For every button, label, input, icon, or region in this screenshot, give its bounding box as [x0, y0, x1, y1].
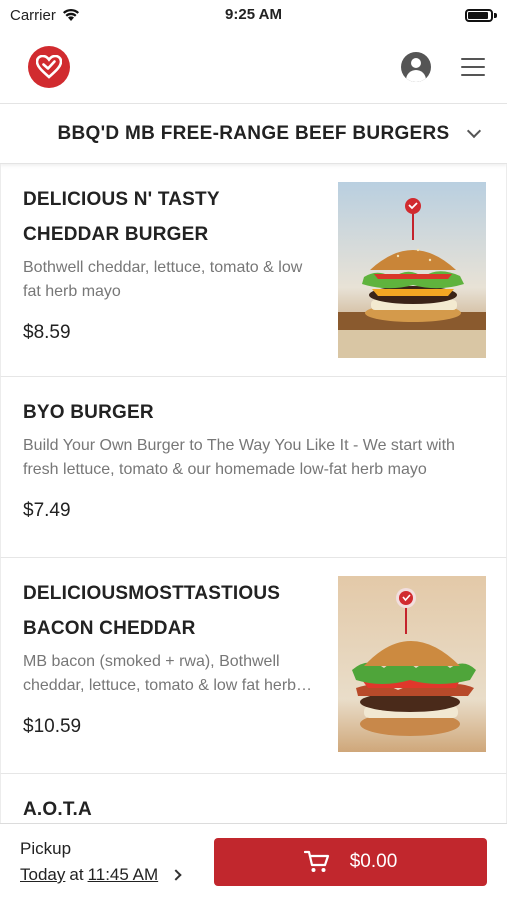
chevron-down-icon	[466, 123, 482, 139]
menu-item-name: A.O.T.A	[23, 799, 92, 820]
menu-item[interactable]: DELICIOUSMOSTTASTIOUS BACON CHEDDAR MB b…	[0, 558, 507, 774]
menu-item-list[interactable]: DELICIOUS N' TASTY CHEDDAR BURGER Bothwe…	[0, 164, 507, 823]
pickup-at: at	[69, 865, 84, 884]
burger-image	[338, 182, 486, 358]
menu-item[interactable]: DELICIOUS N' TASTY CHEDDAR BURGER Bothwe…	[0, 164, 507, 377]
menu-item-name: DELICIOUS N' TASTY CHEDDAR BURGER	[23, 189, 220, 245]
app-header	[0, 30, 507, 104]
hamburger-menu-icon[interactable]	[461, 57, 485, 76]
order-bottom-bar: Pickup Today at 11:45 AM $0.00	[0, 823, 507, 900]
pickup-label: Pickup	[20, 839, 72, 858]
menu-item-text: A.O.T.A	[23, 792, 486, 823]
account-icon[interactable]	[401, 51, 431, 82]
menu-item-price: $10.59	[23, 716, 82, 737]
menu-item[interactable]: A.O.T.A	[0, 774, 507, 823]
status-time: 9:25 AM	[225, 6, 282, 23]
chevron-right-icon	[170, 869, 182, 881]
menu-item-name: DELICIOUSMOSTTASTIOUS BACON CHEDDAR	[23, 583, 281, 639]
burger-image	[338, 576, 486, 752]
pickup-time[interactable]: Today at 11:45 AM	[20, 865, 182, 885]
menu-item[interactable]: BYO BURGER Build Your Own Burger to The …	[0, 377, 507, 558]
category-title: BBQ'D MB FREE-RANGE BEEF BURGERS	[57, 122, 450, 144]
cart-total: $0.00	[349, 851, 398, 872]
menu-item-description: MB bacon (smoked + rwa), Bothwell chedda…	[23, 653, 297, 694]
header-actions	[401, 51, 485, 82]
menu-item-price: $8.59	[23, 322, 71, 343]
menu-item-price: $7.49	[23, 500, 71, 521]
menu-item-description: Bothwell cheddar, lettuce, tomato & low …	[23, 259, 303, 300]
menu-item-description: Build Your Own Burger to The Way You Lik…	[23, 437, 455, 478]
menu-item-text: BYO BURGER Build Your Own Burger to The …	[23, 395, 486, 541]
menu-item-text: DELICIOUSMOSTTASTIOUS BACON CHEDDAR MB b…	[23, 576, 338, 757]
status-bar: Carrier 9:25 AM	[0, 0, 507, 30]
menu-item-name: BYO BURGER	[23, 402, 154, 423]
menu-item-text: DELICIOUS N' TASTY CHEDDAR BURGER Bothwe…	[23, 182, 338, 360]
heart-logo-icon[interactable]	[28, 45, 70, 88]
cart-icon	[303, 850, 329, 872]
pickup-info[interactable]: Pickup Today at 11:45 AM	[20, 839, 182, 885]
pickup-time-value[interactable]: 11:45 AM	[88, 865, 159, 885]
category-selector[interactable]: BBQ'D MB FREE-RANGE BEEF BURGERS	[0, 104, 507, 164]
battery-icon	[465, 8, 497, 22]
heart-logo-glyph	[36, 54, 62, 79]
cart-button[interactable]: $0.00	[214, 838, 487, 886]
pickup-day[interactable]: Today	[20, 865, 65, 885]
